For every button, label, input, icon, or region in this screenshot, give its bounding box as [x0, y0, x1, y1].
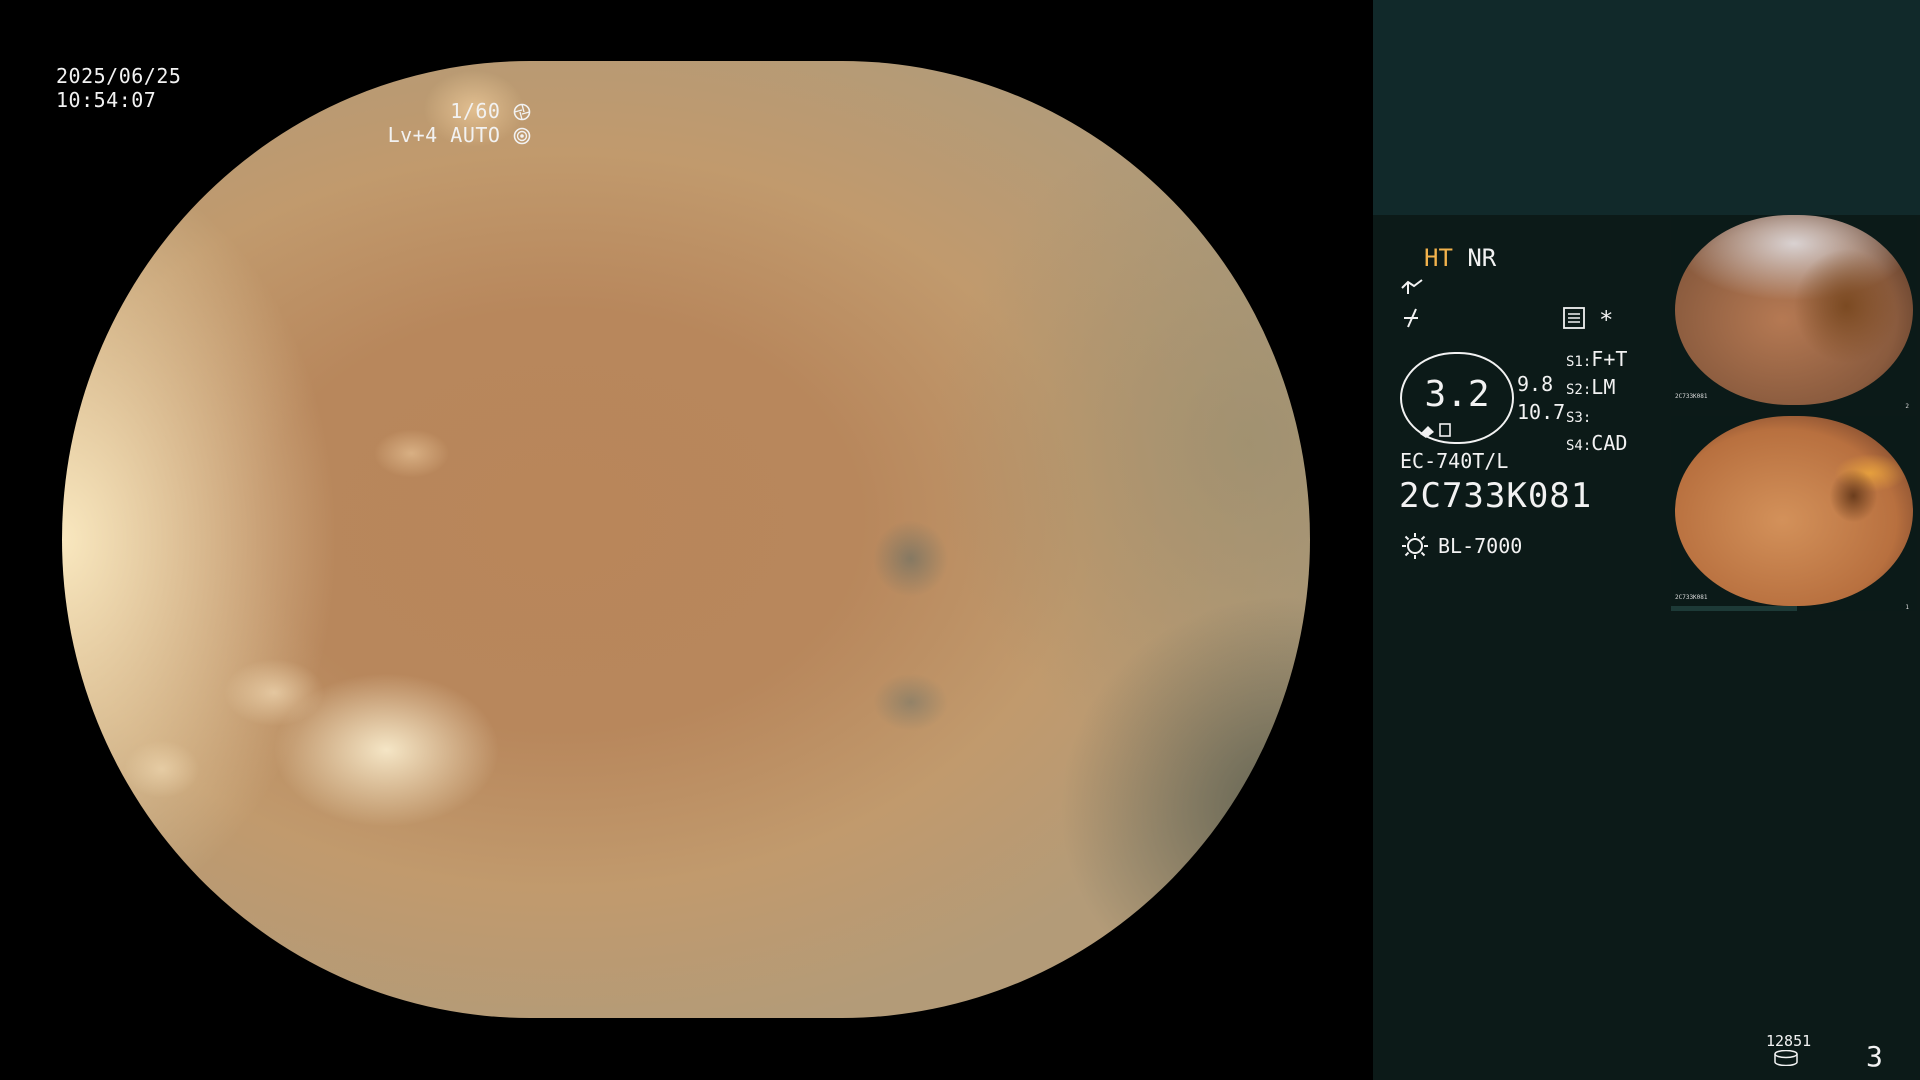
shutter-text: 1/60: [450, 99, 501, 123]
iris-icon: [513, 127, 531, 145]
asterisk-indicator: *: [1599, 306, 1614, 334]
thumbnail-capture[interactable]: 2C733K081 2: [1671, 215, 1917, 410]
light-source-text: BL-7000: [1438, 534, 1523, 558]
s1-row: S1:F+T: [1566, 347, 1627, 375]
level-text: Lv+4: [387, 123, 438, 147]
pencil-icon: [1420, 423, 1451, 438]
enhance-icon: [1401, 279, 1423, 294]
scope-model: EC-740T/L: [1400, 449, 1509, 473]
time-text: 10:54:07: [56, 88, 157, 112]
gamma-icon: [1404, 308, 1418, 328]
thumbnail-image: [1675, 416, 1913, 606]
level-row: Lv+4 AUTO: [388, 123, 531, 147]
endoscope-view: 2025/06/25 10:54:07 1/60 Lv+4 AUTO: [0, 0, 1373, 1080]
s1-key: S1:: [1566, 354, 1592, 370]
s2-row: S2:LM: [1566, 375, 1627, 403]
exposure-readout: 1/60 Lv+4 AUTO: [388, 99, 531, 147]
storage-indicator: 12851: [1766, 1032, 1812, 1070]
switch-settings: S1:F+T S2:LM S3: S4:CAD: [1566, 347, 1627, 459]
thumbnail-progress: [1671, 606, 1797, 611]
gauge-readouts: 9.8 10.7: [1517, 370, 1565, 426]
nr-mode-label: NR: [1467, 244, 1497, 272]
mode-indicators: HT NR: [1424, 244, 1496, 272]
thumbnail-id: 2C733K081: [1675, 393, 1708, 400]
endoscope-image: [62, 61, 1310, 1018]
thumbnail-capture[interactable]: 2C733K081 1: [1671, 416, 1917, 611]
menu-icon: [1563, 307, 1585, 329]
thumbnail-index: 1: [1905, 604, 1909, 611]
thumbnail-id: 2C733K081: [1675, 594, 1708, 601]
s4-value: CAD: [1591, 431, 1628, 455]
shutter-row: 1/60: [388, 99, 531, 123]
iris-mode-text: AUTO: [450, 123, 501, 147]
s3-key: S3:: [1566, 410, 1592, 426]
status-panel-header: [1373, 0, 1920, 215]
s4-row: S4:CAD: [1566, 431, 1627, 459]
thumbnail-image: [1675, 215, 1913, 405]
s4-key: S4:: [1566, 438, 1592, 454]
light-source: BL-7000: [1400, 531, 1522, 561]
gauge-lower-text: 10.7: [1517, 400, 1566, 424]
lightbulb-icon: [1402, 533, 1428, 559]
ht-mode-label: HT: [1424, 244, 1453, 272]
s1-value: F+T: [1591, 347, 1628, 371]
shutter-icon: [513, 103, 531, 121]
datetime: 2025/06/25 10:54:07: [56, 64, 181, 112]
storage-count: 12851: [1766, 1032, 1812, 1050]
brightness-gauge: 3.2: [1400, 352, 1514, 444]
scope-serial: 2C733K081: [1399, 476, 1593, 516]
page-number: 3: [1866, 1040, 1883, 1073]
s2-key: S2:: [1566, 382, 1592, 398]
gauge-upper-text: 9.8: [1517, 372, 1554, 396]
date-text: 2025/06/25: [56, 64, 182, 88]
gauge-value: 3.2: [1424, 374, 1490, 415]
s2-value: LM: [1591, 375, 1616, 399]
disk-icon: [1774, 1049, 1798, 1067]
thumbnail-index: 2: [1905, 403, 1909, 410]
s3-row: S3:: [1566, 403, 1627, 431]
